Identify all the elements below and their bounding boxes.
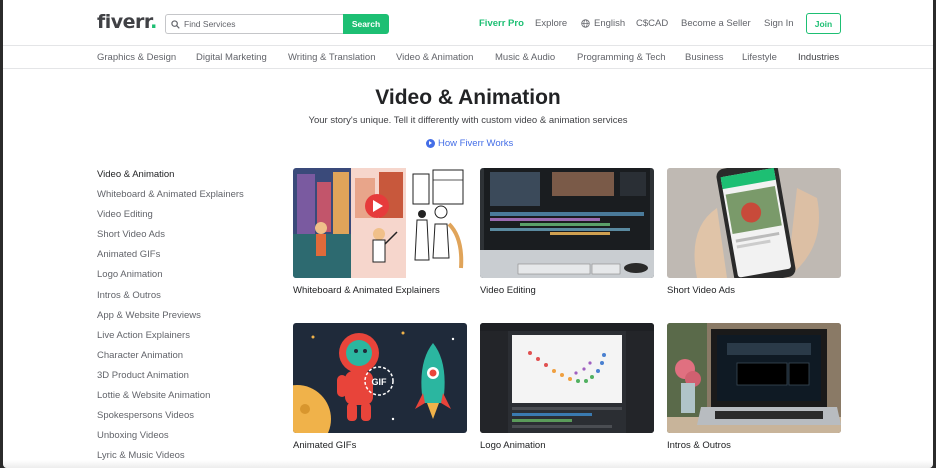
globe-icon	[581, 19, 590, 28]
card-image	[480, 323, 654, 433]
card-title: Intros & Outros	[667, 440, 731, 451]
service-card-logo-animation[interactable]: Logo Animation	[480, 323, 654, 451]
category-business[interactable]: Business	[685, 52, 724, 63]
service-card-short-video-ads[interactable]: Short Video Ads	[667, 168, 841, 296]
category-industries[interactable]: Industries	[798, 52, 839, 63]
sidebar-item-animated-gifs[interactable]: Animated GIFs	[97, 248, 244, 268]
sidebar-item-spokespersons-videos[interactable]: Spokespersons Videos	[97, 409, 244, 429]
page: fiverr. Search Fiverr Pro Explore En	[3, 0, 933, 468]
sidebar-item-unboxing-videos[interactable]: Unboxing Videos	[97, 429, 244, 449]
card-image	[667, 323, 841, 433]
sidebar-item-logo-animation[interactable]: Logo Animation	[97, 268, 244, 288]
sidebar-item-lottie-website-animation[interactable]: Lottie & Website Animation	[97, 389, 244, 409]
card-title: Logo Animation	[480, 440, 546, 451]
service-card-intros-outros[interactable]: Intros & Outros	[667, 323, 841, 451]
bottom-fade	[3, 460, 933, 468]
header-nav: Fiverr Pro Explore English C$CAD Become …	[3, 0, 933, 46]
explore-link[interactable]: Explore	[535, 18, 567, 29]
category-graphics-design[interactable]: Graphics & Design	[97, 52, 176, 63]
service-card-whiteboard-explainers[interactable]: Whiteboard & Animated Explainers	[293, 168, 467, 296]
how-fiverr-works-label: How Fiverr Works	[438, 138, 514, 149]
category-digital-marketing[interactable]: Digital Marketing	[196, 52, 267, 63]
card-image	[667, 168, 841, 278]
top-header: fiverr. Search Fiverr Pro Explore En	[3, 0, 933, 46]
service-card-video-editing[interactable]: Video Editing	[480, 168, 654, 296]
sidebar-item-app-website-previews[interactable]: App & Website Previews	[97, 309, 244, 329]
service-card-animated-gifs[interactable]: GIF Animated GIFs	[293, 323, 467, 451]
category-programming-tech[interactable]: Programming & Tech	[577, 52, 666, 63]
currency-selector[interactable]: C$CAD	[636, 18, 668, 29]
card-image	[480, 168, 654, 278]
sidebar-item-short-video-ads[interactable]: Short Video Ads	[97, 228, 244, 248]
category-lifestyle[interactable]: Lifestyle	[742, 52, 777, 63]
language-label: English	[594, 18, 626, 29]
sidebar-item-character-animation[interactable]: Character Animation	[97, 349, 244, 369]
how-fiverr-works-link[interactable]: How Fiverr Works	[426, 138, 513, 149]
card-title: Animated GIFs	[293, 440, 357, 451]
sidebar-item-video-animation[interactable]: Video & Animation	[97, 168, 244, 188]
card-title: Video Editing	[480, 285, 536, 296]
subcategory-sidebar: Video & Animation Whiteboard & Animated …	[97, 168, 244, 468]
join-button[interactable]: Join	[806, 13, 841, 34]
sidebar-item-3d-product-animation[interactable]: 3D Product Animation	[97, 369, 244, 389]
card-image: GIF	[293, 323, 467, 433]
card-title: Short Video Ads	[667, 285, 735, 296]
language-selector[interactable]: English	[581, 18, 625, 29]
sidebar-item-whiteboard-explainers[interactable]: Whiteboard & Animated Explainers	[97, 188, 244, 208]
category-writing-translation[interactable]: Writing & Translation	[288, 52, 375, 63]
card-title: Whiteboard & Animated Explainers	[293, 285, 440, 296]
category-video-animation[interactable]: Video & Animation	[396, 52, 473, 63]
fiverr-pro-link[interactable]: Fiverr Pro	[479, 18, 524, 29]
sign-in-link[interactable]: Sign In	[764, 18, 794, 29]
page-subtitle: Your story's unique. Tell it differently…	[308, 115, 628, 126]
become-seller-link[interactable]: Become a Seller	[681, 18, 751, 29]
sidebar-item-intros-outros[interactable]: Intros & Outros	[97, 289, 244, 309]
sidebar-item-live-action-explainers[interactable]: Live Action Explainers	[97, 329, 244, 349]
category-menu: Graphics & Design Digital Marketing Writ…	[3, 46, 933, 69]
card-image	[293, 168, 467, 278]
gif-label: GIF	[372, 377, 388, 387]
play-circle-icon	[426, 139, 435, 148]
page-title: Video & Animation	[375, 86, 561, 109]
sidebar-item-video-editing[interactable]: Video Editing	[97, 208, 244, 228]
category-music-audio[interactable]: Music & Audio	[495, 52, 555, 63]
